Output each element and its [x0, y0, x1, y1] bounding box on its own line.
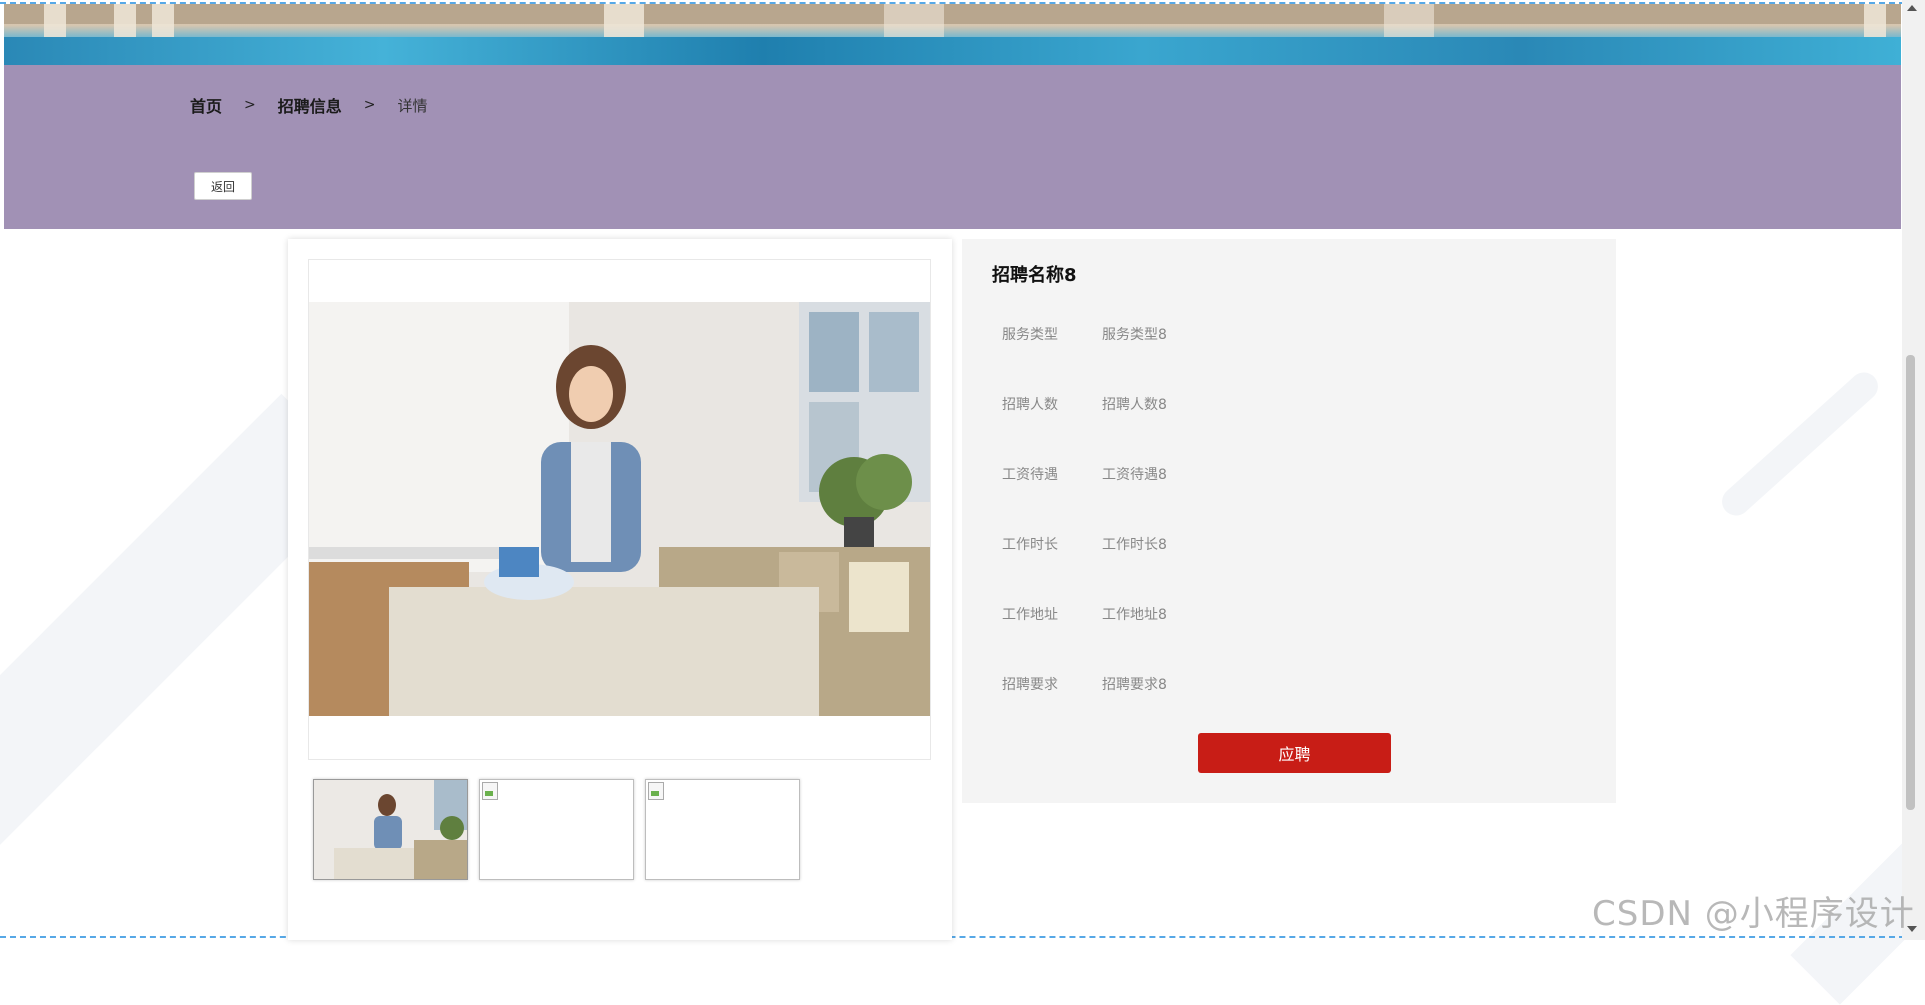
field-row-headcount: 招聘人数 招聘人数8: [1002, 394, 1167, 464]
field-label: 招聘要求: [1002, 677, 1058, 693]
main-photo: [309, 302, 930, 716]
breadcrumb-home-link[interactable]: 首页: [190, 93, 222, 117]
field-label: 工资待遇: [1002, 467, 1058, 483]
background-decoration: [1716, 366, 1884, 522]
job-field-list: 服务类型 服务类型8 招聘人数 招聘人数8 工资待遇 工资待遇8 工作时长 工作…: [1002, 324, 1167, 744]
field-value: 招聘要求8: [1102, 677, 1167, 693]
scroll-up-icon[interactable]: [1907, 5, 1917, 11]
apply-button[interactable]: 应聘: [1198, 733, 1391, 773]
field-row-salary: 工资待遇 工资待遇8: [1002, 464, 1167, 534]
breadcrumb-separator: >: [363, 97, 376, 113]
breadcrumb-separator: >: [244, 97, 256, 113]
field-row-work-address: 工作地址 工作地址8: [1002, 604, 1167, 674]
thumbnail-image[interactable]: [645, 779, 800, 880]
scrollbar-thumb[interactable]: [1906, 355, 1915, 810]
field-label: 服务类型: [1002, 327, 1058, 343]
field-value: 工作地址8: [1102, 607, 1167, 623]
breadcrumb-current: 详情: [397, 96, 428, 115]
broken-image-icon: [482, 782, 498, 800]
watermark: CSDN @小程序设计: [1592, 894, 1915, 934]
thumbnail-image[interactable]: [313, 779, 468, 880]
field-value: 工资待遇8: [1102, 467, 1167, 483]
field-label: 工作时长: [1002, 537, 1058, 553]
field-row-requirements: 招聘要求 招聘要求8: [1002, 674, 1167, 744]
job-info-panel: 招聘名称8 服务类型 服务类型8 招聘人数 招聘人数8 工资待遇 工资待遇8 工…: [962, 239, 1616, 803]
back-button[interactable]: 返回: [194, 172, 252, 200]
field-row-service-type: 服务类型 服务类型8: [1002, 324, 1167, 394]
image-gallery: [288, 239, 952, 940]
breadcrumb: 首页 > 招聘信息 > 详情: [190, 93, 428, 117]
vertical-scrollbar[interactable]: [1902, 0, 1925, 940]
header-band: [4, 65, 1901, 229]
breadcrumb-section-link[interactable]: 招聘信息: [278, 93, 342, 117]
broken-image-icon: [648, 782, 664, 800]
job-title: 招聘名称8: [992, 265, 1077, 286]
thumbnail-image[interactable]: [479, 779, 634, 880]
field-value: 工作时长8: [1102, 537, 1167, 553]
field-value: 招聘人数8: [1102, 397, 1167, 413]
field-row-work-hours: 工作时长 工作时长8: [1002, 534, 1167, 604]
field-label: 工作地址: [1002, 607, 1058, 623]
field-value: 服务类型8: [1102, 327, 1167, 343]
field-label: 招聘人数: [1002, 397, 1058, 413]
main-image-frame: [308, 259, 931, 760]
thumbnail-strip: [313, 779, 800, 880]
banner-image: [4, 4, 1901, 65]
